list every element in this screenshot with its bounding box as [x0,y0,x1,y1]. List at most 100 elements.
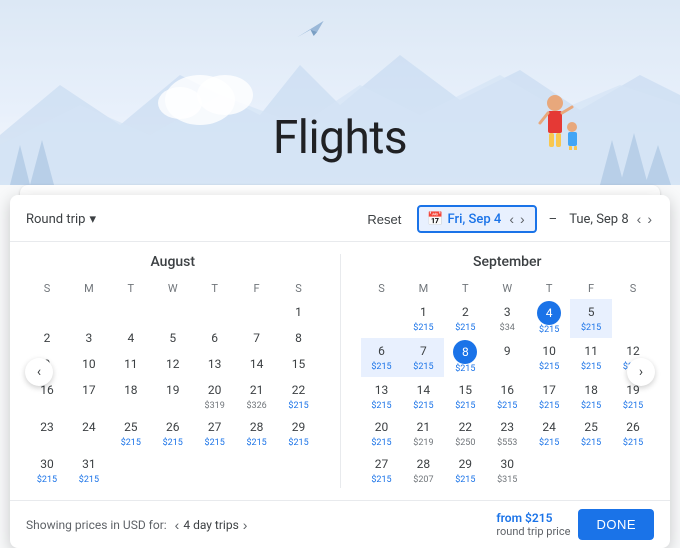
start-date-box[interactable]: 📅 Fri, Sep 4 ‹ › [417,205,536,233]
sep-day-24[interactable]: 24$215 [528,414,570,451]
aug-day-21[interactable]: 21$326 [236,377,278,414]
calendar-trip-type[interactable]: Round trip ▾ [26,212,96,227]
aug-day-7[interactable]: 7 [236,325,278,351]
sep-day-6[interactable]: 6$215 [361,338,403,377]
aug-day-23[interactable]: 23 [26,414,68,451]
aug-day-24[interactable]: 24 [68,414,110,451]
sep-day-17[interactable]: 17$215 [528,377,570,414]
calendar-header: Round trip ▾ Reset 📅 Fri, Sep 4 ‹ › – Tu… [10,195,670,242]
sep-day-28[interactable]: 28$207 [402,451,444,488]
reset-button[interactable]: Reset [367,212,401,227]
aug-day-11[interactable]: 11 [110,351,152,377]
aug-day-13[interactable]: 13 [194,351,236,377]
aug-day-2[interactable]: 2 [26,325,68,351]
aug-day-29[interactable]: 29$215 [278,414,320,451]
calendar-footer: Showing prices in USD for: ‹ 4 day trips… [10,500,670,548]
aug-day-22[interactable]: 22$215 [278,377,320,414]
sep-day-30[interactable]: 30$315 [486,451,528,488]
sep-day-4[interactable]: 4$215 [528,299,570,338]
aug-day-8[interactable]: 8 [278,325,320,351]
aug-day-14[interactable]: 14 [236,351,278,377]
aug-empty-3 [110,299,152,325]
from-price-sub: round trip price [496,525,570,538]
prev-date-button[interactable]: ‹ [507,211,516,227]
sep-day-5[interactable]: 5$215 [570,299,612,338]
aug-day-10[interactable]: 10 [68,351,110,377]
sep-day-1[interactable]: 1$215 [402,299,444,338]
done-button[interactable]: DONE [578,509,654,540]
aug-empty-w6-2 [152,451,194,488]
aug-day-19[interactable]: 19 [152,377,194,414]
sep-day-27[interactable]: 27$215 [361,451,403,488]
sep-day-20[interactable]: 20$215 [361,414,403,451]
sep-day-26[interactable]: 26$215 [612,414,654,451]
prev-end-date-button[interactable]: ‹ [635,211,644,227]
sep-day-8[interactable]: 8$215 [444,338,486,377]
aug-empty-4 [152,299,194,325]
sep-day-21[interactable]: 21$219 [402,414,444,451]
day-trip-nav: ‹ 4 day trips › [175,517,248,533]
sep-day-7[interactable]: 7$215 [402,338,444,377]
aug-day-1[interactable]: 1 [278,299,320,325]
sep-day-29[interactable]: 29$215 [444,451,486,488]
next-trip-button[interactable]: › [243,517,248,533]
aug-day-26[interactable]: 26$215 [152,414,194,451]
aug-day-25[interactable]: 25$215 [110,414,152,451]
aug-day-30[interactable]: 30$215 [26,451,68,488]
sep-fri-header: F [570,278,612,299]
sep-empty-sat1 [612,299,654,338]
aug-empty-6 [236,299,278,325]
sep-day-9[interactable]: 9 [486,338,528,377]
calendar-icon: 📅 [427,212,443,227]
sep-mon-header: M [402,278,444,299]
september-title: September [361,254,655,270]
aug-empty-1 [26,299,68,325]
aug-fri-header: F [236,278,278,299]
calendar-prev-button[interactable]: ‹ [25,358,53,386]
sep-day-14[interactable]: 14$215 [402,377,444,414]
sep-day-18[interactable]: 18$215 [570,377,612,414]
september-calendar: September S M T W T F S 1$215 2$215 3$34 [361,254,655,488]
hero-section: Flights [0,0,680,185]
aug-empty-2 [68,299,110,325]
sep-week-1: 1$215 2$215 3$34 4$215 5$215 [361,299,655,338]
aug-day-20[interactable]: 20$319 [194,377,236,414]
sep-week-4: 20$215 21$219 22$250 23$553 24$215 25$21… [361,414,655,451]
end-date-box[interactable]: Tue, Sep 8 ‹ › [569,211,654,227]
next-date-button[interactable]: › [518,211,527,227]
calendar-trip-chevron: ▾ [89,212,96,227]
sep-week-5: 27$215 28$207 29$215 30$315 [361,451,655,488]
aug-day-18[interactable]: 18 [110,377,152,414]
sep-day-22[interactable]: 22$250 [444,414,486,451]
next-end-date-button[interactable]: › [645,211,654,227]
sep-day-2[interactable]: 2$215 [444,299,486,338]
aug-day-28[interactable]: 28$215 [236,414,278,451]
sep-day-10[interactable]: 10$215 [528,338,570,377]
end-date-nav: ‹ › [635,211,654,227]
aug-day-31[interactable]: 31$215 [68,451,110,488]
aug-thu-header: T [194,278,236,299]
sep-day-16[interactable]: 16$215 [486,377,528,414]
calendars-container: August S M T W T F S [10,242,670,500]
prev-trip-button[interactable]: ‹ [175,517,180,533]
calendar-next-button[interactable]: › [627,358,655,386]
sep-day-3[interactable]: 3$34 [486,299,528,338]
aug-day-15[interactable]: 15 [278,351,320,377]
sep-day-23[interactable]: 23$553 [486,414,528,451]
september-grid: S M T W T F S 1$215 2$215 3$34 4$215 5$2… [361,278,655,488]
sep-day-25[interactable]: 25$215 [570,414,612,451]
august-calendar: August S M T W T F S [26,254,320,488]
aug-day-27[interactable]: 27$215 [194,414,236,451]
aug-day-17[interactable]: 17 [68,377,110,414]
aug-day-12[interactable]: 12 [152,351,194,377]
aug-day-3[interactable]: 3 [68,325,110,351]
sep-day-13[interactable]: 13$215 [361,377,403,414]
aug-day-5[interactable]: 5 [152,325,194,351]
aug-day-4[interactable]: 4 [110,325,152,351]
aug-wed-header: W [152,278,194,299]
aug-day-6[interactable]: 6 [194,325,236,351]
sep-day-15[interactable]: 15$215 [444,377,486,414]
from-price-section: from $215 round trip price [496,511,570,538]
calendar-picker: Round trip ▾ Reset 📅 Fri, Sep 4 ‹ › – Tu… [10,195,670,548]
sep-day-11[interactable]: 11$215 [570,338,612,377]
